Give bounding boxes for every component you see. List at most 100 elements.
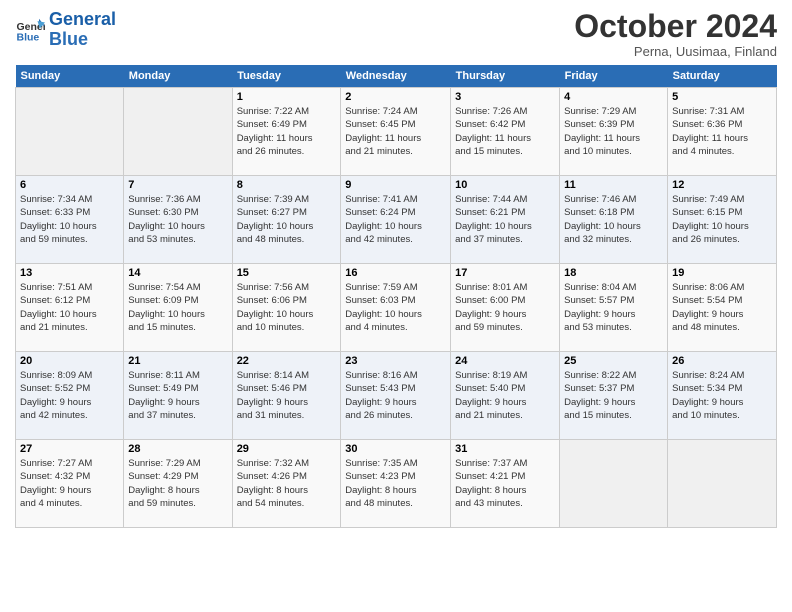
location-subtitle: Perna, Uusimaa, Finland (574, 44, 777, 59)
day-info: Sunrise: 8:14 AM Sunset: 5:46 PM Dayligh… (237, 369, 337, 422)
header: General Blue General Blue October 2024 P… (15, 10, 777, 59)
day-number: 21 (128, 355, 227, 367)
day-number: 6 (20, 179, 119, 191)
day-info: Sunrise: 7:49 AM Sunset: 6:15 PM Dayligh… (672, 193, 772, 246)
day-info: Sunrise: 8:16 AM Sunset: 5:43 PM Dayligh… (345, 369, 446, 422)
calendar-cell (560, 440, 668, 528)
day-number: 15 (237, 267, 337, 279)
title-block: October 2024 Perna, Uusimaa, Finland (574, 10, 777, 59)
calendar-cell: 1 Sunrise: 7:22 AM Sunset: 6:49 PM Daylig… (232, 88, 341, 176)
day-number: 10 (455, 179, 555, 191)
day-info: Sunrise: 7:51 AM Sunset: 6:12 PM Dayligh… (20, 281, 119, 334)
day-number: 3 (455, 91, 555, 103)
day-info: Sunrise: 7:27 AM Sunset: 4:32 PM Dayligh… (20, 457, 119, 510)
day-number: 11 (564, 179, 663, 191)
calendar-cell: 17Sunrise: 8:01 AM Sunset: 6:00 PM Dayli… (451, 264, 560, 352)
calendar-cell: 12 Sunrise: 7:49 AM Sunset: 6:15 PM Dayli… (668, 176, 777, 264)
calendar-cell: 24 Sunrise: 8:19 AM Sunset: 5:40 PM Dayli… (451, 352, 560, 440)
week-row-1: 1 Sunrise: 7:22 AM Sunset: 6:49 PM Daylig… (16, 88, 777, 176)
day-number: 18 (564, 267, 663, 279)
week-row-2: 6 Sunrise: 7:34 AM Sunset: 6:33 PM Daylig… (16, 176, 777, 264)
week-row-5: 27 Sunrise: 7:27 AM Sunset: 4:32 PM Dayli… (16, 440, 777, 528)
day-info: Sunrise: 8:19 AM Sunset: 5:40 PM Dayligh… (455, 369, 555, 422)
weekday-header-saturday: Saturday (668, 65, 777, 88)
day-number: 30 (345, 443, 446, 455)
day-info: Sunrise: 7:34 AM Sunset: 6:33 PM Dayligh… (20, 193, 119, 246)
calendar-cell (668, 440, 777, 528)
calendar-cell: 30 Sunrise: 7:35 AM Sunset: 4:23 PM Dayli… (341, 440, 451, 528)
calendar-cell: 20 Sunrise: 8:09 AM Sunset: 5:52 PM Dayli… (16, 352, 124, 440)
day-number: 1 (237, 91, 337, 103)
day-info: Sunrise: 7:44 AM Sunset: 6:21 PM Dayligh… (455, 193, 555, 246)
day-number: 5 (672, 91, 772, 103)
day-number: 13 (20, 267, 119, 279)
day-number: 23 (345, 355, 446, 367)
logo-line1: General (49, 9, 116, 29)
calendar-cell: 3 Sunrise: 7:26 AM Sunset: 6:42 PM Daylig… (451, 88, 560, 176)
day-info: Sunrise: 7:29 AM Sunset: 6:39 PM Dayligh… (564, 105, 663, 158)
day-info: Sunrise: 7:39 AM Sunset: 6:27 PM Dayligh… (237, 193, 337, 246)
calendar-cell: 6 Sunrise: 7:34 AM Sunset: 6:33 PM Daylig… (16, 176, 124, 264)
calendar-cell (16, 88, 124, 176)
calendar-cell: 14 Sunrise: 7:54 AM Sunset: 6:09 PM Dayli… (124, 264, 232, 352)
day-info: Sunrise: 7:26 AM Sunset: 6:42 PM Dayligh… (455, 105, 555, 158)
calendar-cell: 25 Sunrise: 8:22 AM Sunset: 5:37 PM Dayli… (560, 352, 668, 440)
calendar-cell: 28Sunrise: 7:29 AM Sunset: 4:29 PM Dayli… (124, 440, 232, 528)
calendar-table: SundayMondayTuesdayWednesdayThursdayFrid… (15, 65, 777, 528)
day-info: Sunrise: 8:22 AM Sunset: 5:37 PM Dayligh… (564, 369, 663, 422)
day-number: 7 (128, 179, 227, 191)
weekday-header-friday: Friday (560, 65, 668, 88)
calendar-cell: 21Sunrise: 8:11 AM Sunset: 5:49 PM Dayli… (124, 352, 232, 440)
main-container: General Blue General Blue October 2024 P… (0, 0, 792, 533)
calendar-cell: 11 Sunrise: 7:46 AM Sunset: 6:18 PM Dayli… (560, 176, 668, 264)
day-number: 20 (20, 355, 119, 367)
weekday-header-monday: Monday (124, 65, 232, 88)
calendar-cell: 4 Sunrise: 7:29 AM Sunset: 6:39 PM Daylig… (560, 88, 668, 176)
calendar-cell: 26Sunrise: 8:24 AM Sunset: 5:34 PM Dayli… (668, 352, 777, 440)
weekday-header-thursday: Thursday (451, 65, 560, 88)
calendar-cell: 22 Sunrise: 8:14 AM Sunset: 5:46 PM Dayli… (232, 352, 341, 440)
calendar-cell: 13 Sunrise: 7:51 AM Sunset: 6:12 PM Dayli… (16, 264, 124, 352)
day-number: 4 (564, 91, 663, 103)
day-info: Sunrise: 7:59 AM Sunset: 6:03 PM Dayligh… (345, 281, 446, 334)
day-number: 14 (128, 267, 227, 279)
calendar-cell: 18Sunrise: 8:04 AM Sunset: 5:57 PM Dayli… (560, 264, 668, 352)
day-number: 19 (672, 267, 772, 279)
day-info: Sunrise: 7:54 AM Sunset: 6:09 PM Dayligh… (128, 281, 227, 334)
day-info: Sunrise: 7:24 AM Sunset: 6:45 PM Dayligh… (345, 105, 446, 158)
calendar-cell: 2Sunrise: 7:24 AM Sunset: 6:45 PM Daylig… (341, 88, 451, 176)
weekday-header-row: SundayMondayTuesdayWednesdayThursdayFrid… (16, 65, 777, 88)
logo-line2: Blue (49, 29, 88, 49)
svg-text:Blue: Blue (17, 31, 40, 43)
logo: General Blue General Blue (15, 10, 116, 50)
day-number: 27 (20, 443, 119, 455)
calendar-cell: 8Sunrise: 7:39 AM Sunset: 6:27 PM Daylig… (232, 176, 341, 264)
calendar-cell (124, 88, 232, 176)
calendar-cell: 23 Sunrise: 8:16 AM Sunset: 5:43 PM Dayli… (341, 352, 451, 440)
logo-text: General Blue (49, 10, 116, 50)
day-number: 26 (672, 355, 772, 367)
day-info: Sunrise: 7:46 AM Sunset: 6:18 PM Dayligh… (564, 193, 663, 246)
weekday-header-wednesday: Wednesday (341, 65, 451, 88)
day-number: 12 (672, 179, 772, 191)
day-info: Sunrise: 7:29 AM Sunset: 4:29 PM Dayligh… (128, 457, 227, 510)
weekday-header-sunday: Sunday (16, 65, 124, 88)
day-info: Sunrise: 7:41 AM Sunset: 6:24 PM Dayligh… (345, 193, 446, 246)
day-info: Sunrise: 7:56 AM Sunset: 6:06 PM Dayligh… (237, 281, 337, 334)
month-title: October 2024 (574, 10, 777, 42)
week-row-3: 13 Sunrise: 7:51 AM Sunset: 6:12 PM Dayli… (16, 264, 777, 352)
day-number: 24 (455, 355, 555, 367)
day-number: 9 (345, 179, 446, 191)
calendar-cell: 16 Sunrise: 7:59 AM Sunset: 6:03 PM Dayli… (341, 264, 451, 352)
day-info: Sunrise: 7:32 AM Sunset: 4:26 PM Dayligh… (237, 457, 337, 510)
day-info: Sunrise: 8:01 AM Sunset: 6:00 PM Dayligh… (455, 281, 555, 334)
day-info: Sunrise: 7:22 AM Sunset: 6:49 PM Dayligh… (237, 105, 337, 158)
day-number: 25 (564, 355, 663, 367)
day-info: Sunrise: 8:06 AM Sunset: 5:54 PM Dayligh… (672, 281, 772, 334)
day-number: 16 (345, 267, 446, 279)
calendar-cell: 7Sunrise: 7:36 AM Sunset: 6:30 PM Daylig… (124, 176, 232, 264)
day-number: 22 (237, 355, 337, 367)
day-info: Sunrise: 7:35 AM Sunset: 4:23 PM Dayligh… (345, 457, 446, 510)
day-info: Sunrise: 7:37 AM Sunset: 4:21 PM Dayligh… (455, 457, 555, 510)
day-info: Sunrise: 8:09 AM Sunset: 5:52 PM Dayligh… (20, 369, 119, 422)
